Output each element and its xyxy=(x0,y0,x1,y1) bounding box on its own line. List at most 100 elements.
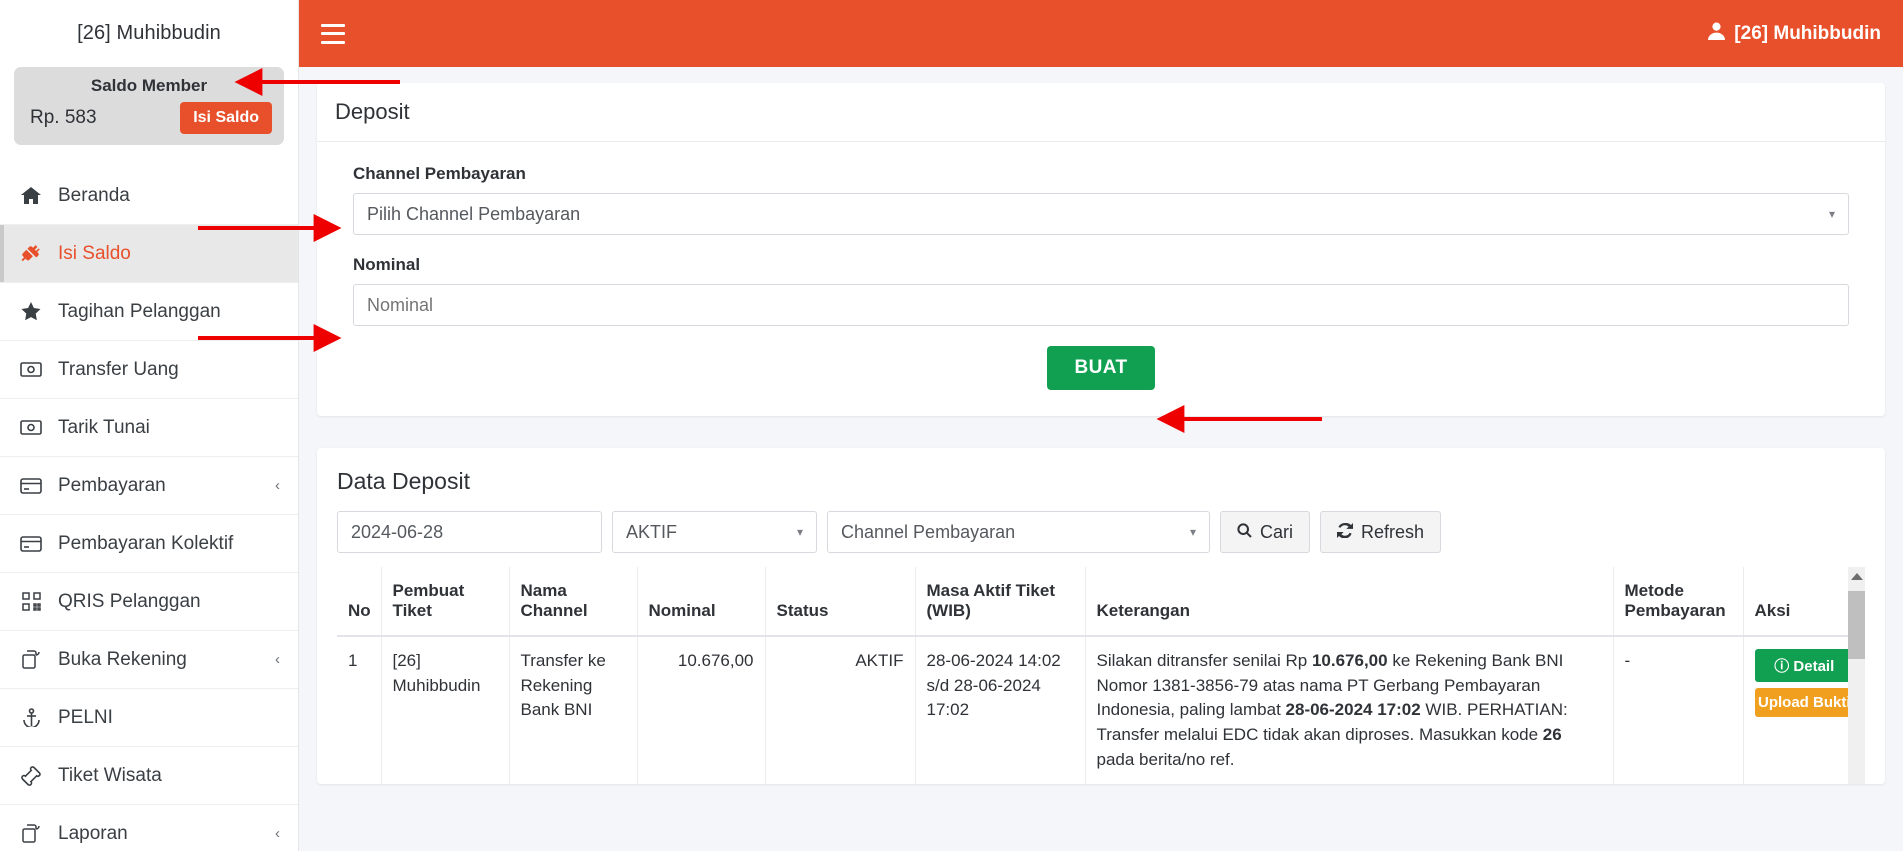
home-icon xyxy=(18,187,44,205)
cell-nama-channel: Transfer ke Rekening Bank BNI xyxy=(509,636,637,784)
cell-keterangan: Silakan ditransfer senilai Rp 10.676,00 … xyxy=(1085,636,1613,784)
channel-label: Channel Pembayaran xyxy=(353,164,1849,184)
saldo-member-title: Saldo Member xyxy=(26,76,272,96)
cell-masa-aktif: 28-06-2024 14:02 s/d 28-06-2024 17:02 xyxy=(915,636,1085,784)
filter-status-select[interactable]: AKTIF ▾ xyxy=(612,511,817,553)
sidebar-item-label: Tarik Tunai xyxy=(58,417,150,439)
sidebar-item-label: Tiket Wisata xyxy=(58,765,162,787)
content-region: Deposit Channel Pembayaran Pilih Channel… xyxy=(299,67,1903,784)
sidebar-item-label: Transfer Uang xyxy=(58,359,179,381)
anchor-icon xyxy=(18,708,44,727)
sidebar-item-label: Pembayaran Kolektif xyxy=(58,533,233,555)
sidebar-item-label: Isi Saldo xyxy=(58,243,131,265)
data-deposit-filters: AKTIF ▾ Channel Pembayaran ▾ Cari xyxy=(317,495,1885,567)
chevron-down-icon: ▾ xyxy=(797,525,803,539)
hamburger-icon[interactable] xyxy=(321,24,345,44)
filter-channel-value: Channel Pembayaran xyxy=(841,522,1015,543)
sidebar-item-beranda[interactable]: Beranda xyxy=(0,167,298,225)
app-root: [26] Muhibbudin Saldo Member Rp. 583 Isi… xyxy=(0,0,1903,851)
sidebar-item-buka-rekening[interactable]: Buka Rekening ‹ xyxy=(0,631,298,689)
nominal-field-group: Nominal xyxy=(353,255,1849,326)
sidebar-item-label: Tagihan Pelanggan xyxy=(58,301,221,323)
column-header-keterangan: Keterangan xyxy=(1085,567,1613,636)
table-header-row: No Pembuat Tiket Nama Channel Nominal St… xyxy=(337,567,1865,636)
chevron-down-icon: ▾ xyxy=(1829,207,1835,221)
data-deposit-table: No Pembuat Tiket Nama Channel Nominal St… xyxy=(337,567,1865,784)
channel-select-value: Pilih Channel Pembayaran xyxy=(367,204,580,225)
sidebar-menu: Beranda Isi Saldo Tagihan Pelanggan Tran… xyxy=(0,167,298,851)
sidebar-brand: [26] Muhibbudin xyxy=(0,0,298,67)
deposit-card-body: Channel Pembayaran Pilih Channel Pembaya… xyxy=(317,142,1885,416)
data-deposit-table-wrapper: No Pembuat Tiket Nama Channel Nominal St… xyxy=(317,567,1885,784)
cell-aksi: ⓘ Detail Upload Bukti xyxy=(1743,636,1865,784)
copy-icon xyxy=(18,650,44,669)
isi-saldo-button[interactable]: Isi Saldo xyxy=(180,102,272,134)
buat-button[interactable]: BUAT xyxy=(1047,346,1156,390)
search-icon xyxy=(1237,522,1252,543)
sidebar-item-tiket-wisata[interactable]: Tiket Wisata xyxy=(0,747,298,805)
copy-icon xyxy=(18,824,44,843)
column-header-aksi: Aksi xyxy=(1743,567,1865,636)
chevron-left-icon: ‹ xyxy=(275,651,280,668)
plug-icon xyxy=(18,244,44,264)
data-deposit-card: Data Deposit AKTIF ▾ Channel Pembayaran … xyxy=(317,448,1885,784)
scroll-up-arrow-icon[interactable] xyxy=(1851,573,1863,580)
refresh-button[interactable]: Refresh xyxy=(1320,511,1441,553)
column-header-nominal: Nominal xyxy=(637,567,765,636)
data-deposit-title: Data Deposit xyxy=(317,448,1885,495)
sidebar-item-label: QRIS Pelanggan xyxy=(58,591,201,613)
column-header-masa-aktif: Masa Aktif Tiket (WIB) xyxy=(915,567,1085,636)
sidebar-item-pelni[interactable]: PELNI xyxy=(0,689,298,747)
saldo-member-box: Saldo Member Rp. 583 Isi Saldo xyxy=(14,67,284,145)
sidebar-item-pembayaran-kolektif[interactable]: Pembayaran Kolektif xyxy=(0,515,298,573)
nominal-label: Nominal xyxy=(353,255,1849,275)
sidebar-item-label: PELNI xyxy=(58,707,113,729)
sidebar-item-transfer-uang[interactable]: Transfer Uang xyxy=(0,341,298,399)
detail-button[interactable]: ⓘ Detail xyxy=(1755,649,1855,682)
money-icon xyxy=(18,420,44,435)
column-header-pembuat-tiket: Pembuat Tiket xyxy=(381,567,509,636)
filter-date-input[interactable] xyxy=(337,511,602,553)
topbar: [26] Muhibbudin xyxy=(299,0,1903,67)
saldo-member-row: Rp. 583 Isi Saldo xyxy=(26,102,272,134)
sidebar-item-isi-saldo[interactable]: Isi Saldo xyxy=(0,225,298,283)
sidebar-item-pembayaran[interactable]: Pembayaran ‹ xyxy=(0,457,298,515)
chevron-left-icon: ‹ xyxy=(275,825,280,842)
credit-card-icon xyxy=(18,536,44,552)
deposit-card: Deposit Channel Pembayaran Pilih Channel… xyxy=(317,83,1885,416)
sidebar-item-tagihan-pelanggan[interactable]: Tagihan Pelanggan xyxy=(0,283,298,341)
cari-button[interactable]: Cari xyxy=(1220,511,1310,553)
credit-card-icon xyxy=(18,478,44,494)
cell-pembuat-tiket: [26] Muhibbudin xyxy=(381,636,509,784)
sidebar-item-tarik-tunai[interactable]: Tarik Tunai xyxy=(0,399,298,457)
sidebar-item-qris-pelanggan[interactable]: QRIS Pelanggan xyxy=(0,573,298,631)
money-icon xyxy=(18,362,44,377)
ticket-icon xyxy=(18,766,44,786)
column-header-no: No xyxy=(337,567,381,636)
chevron-down-icon: ▾ xyxy=(1190,525,1196,539)
sidebar-item-label: Buka Rekening xyxy=(58,649,187,671)
sidebar-item-label: Beranda xyxy=(58,185,130,207)
nominal-input[interactable] xyxy=(353,284,1849,326)
filter-status-value: AKTIF xyxy=(626,522,677,543)
refresh-button-label: Refresh xyxy=(1361,522,1424,543)
chevron-left-icon: ‹ xyxy=(275,477,280,494)
upload-bukti-button[interactable]: Upload Bukti xyxy=(1755,688,1855,717)
table-row: 1 [26] Muhibbudin Transfer ke Rekening B… xyxy=(337,636,1865,784)
cell-metode-pembayaran: - xyxy=(1613,636,1743,784)
scrollbar-thumb[interactable] xyxy=(1848,591,1865,659)
column-header-metode-pembayaran: Metode Pembayaran xyxy=(1613,567,1743,636)
table-vertical-scrollbar[interactable] xyxy=(1848,567,1865,784)
main-area: [26] Muhibbudin Deposit Channel Pembayar… xyxy=(299,0,1903,851)
qrcode-icon xyxy=(18,592,44,611)
topbar-user-menu[interactable]: [26] Muhibbudin xyxy=(1708,22,1881,46)
sidebar-item-laporan[interactable]: Laporan ‹ xyxy=(0,805,298,851)
table-body: 1 [26] Muhibbudin Transfer ke Rekening B… xyxy=(337,636,1865,784)
channel-select[interactable]: Pilih Channel Pembayaran ▾ xyxy=(353,193,1849,235)
cari-button-label: Cari xyxy=(1260,522,1293,543)
info-icon: ⓘ xyxy=(1774,658,1789,675)
channel-field-group: Channel Pembayaran Pilih Channel Pembaya… xyxy=(353,164,1849,235)
topbar-username: [26] Muhibbudin xyxy=(1734,23,1881,45)
star-icon xyxy=(18,302,44,321)
filter-channel-select[interactable]: Channel Pembayaran ▾ xyxy=(827,511,1210,553)
